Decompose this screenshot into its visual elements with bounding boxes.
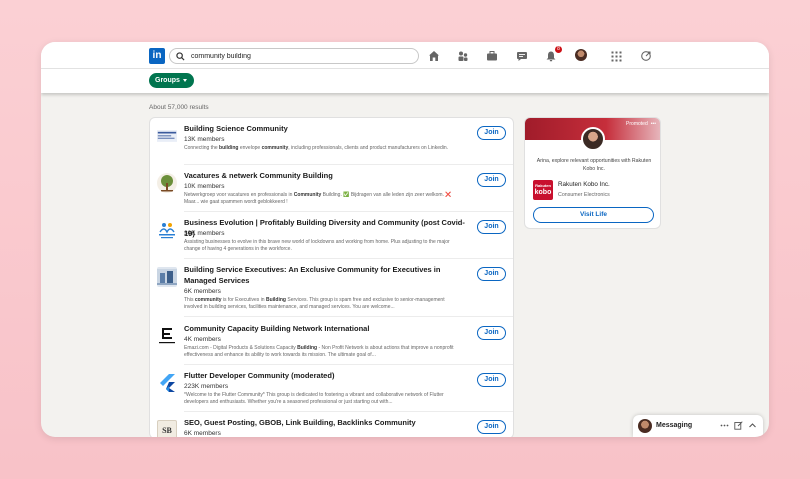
group-members: 6K members: [184, 430, 221, 437]
filter-bar: Groups: [41, 69, 769, 93]
join-button[interactable]: Join: [477, 220, 506, 234]
messaging-avatar: [638, 419, 652, 433]
groups-filter-button[interactable]: Groups: [149, 73, 194, 88]
messaging-icon[interactable]: [515, 49, 529, 63]
search-icon: [176, 51, 185, 61]
group-members: 10K members: [184, 183, 225, 190]
notification-badge: 8: [555, 46, 562, 53]
join-button[interactable]: Join: [477, 173, 506, 187]
advertise-icon[interactable]: [639, 49, 653, 63]
divider: [184, 316, 513, 317]
group-logo[interactable]: [157, 173, 177, 193]
promoted-ad-card: Promoted ••• Arina, explore relevant opp…: [524, 117, 661, 229]
results-list: Building Science Community 13K members C…: [149, 117, 514, 437]
group-members: 30K members: [184, 230, 225, 237]
rakuten-kobo-logo[interactable]: Rakuten kobo: [533, 180, 553, 200]
messaging-dock[interactable]: Messaging: [633, 415, 763, 437]
ad-company-industry: Consumer Electronics: [558, 192, 610, 198]
ad-user-avatar: [581, 127, 605, 151]
group-description: Connecting the building envelope communi…: [184, 145, 449, 151]
linkedin-logo[interactable]: in: [149, 48, 165, 64]
join-button[interactable]: Join: [477, 326, 506, 340]
group-description: Emazi.com - Digital Products & Solutions…: [184, 345, 454, 358]
more-options-icon[interactable]: [720, 421, 729, 430]
caret-down-icon: [182, 79, 187, 82]
join-button[interactable]: Join: [477, 126, 506, 140]
group-description: This community is for Executives in Buil…: [184, 297, 445, 310]
group-logo[interactable]: [157, 326, 177, 346]
group-logo[interactable]: [157, 267, 177, 287]
group-description: Netwerkgroep voor vacatures en professio…: [184, 192, 452, 205]
divider: [184, 164, 513, 165]
group-logo[interactable]: [157, 220, 177, 240]
profile-avatar[interactable]: [575, 49, 587, 61]
apps-grid-icon[interactable]: [609, 49, 623, 63]
messaging-label: Messaging: [656, 422, 693, 429]
group-title[interactable]: Business Evolution | Profitably Building…: [184, 218, 469, 239]
my-network-icon[interactable]: [456, 49, 470, 63]
group-title[interactable]: Vacatures & netwerk Community Building: [184, 171, 469, 182]
ad-company-name[interactable]: Rakuten Kobo Inc.: [558, 181, 610, 188]
group-members: 223K members: [184, 383, 229, 390]
ad-message: Arina, explore relevant opportunities wi…: [536, 158, 652, 172]
divider: [184, 258, 513, 259]
group-title[interactable]: Community Capacity Building Network Inte…: [184, 324, 469, 335]
app-window: in 8: [41, 42, 769, 437]
groups-filter-label: Groups: [155, 77, 180, 84]
join-button[interactable]: Join: [477, 373, 506, 387]
chevron-up-icon[interactable]: [748, 421, 757, 430]
divider: [184, 211, 513, 212]
search-box[interactable]: [169, 48, 419, 64]
group-title[interactable]: SEO, Guest Posting, GBOB, Link Building,…: [184, 418, 469, 429]
compose-icon[interactable]: [734, 421, 743, 430]
visit-life-button[interactable]: Visit Life: [533, 207, 654, 223]
group-members: 13K members: [184, 136, 225, 143]
divider: [184, 411, 513, 412]
group-title[interactable]: Flutter Developer Community (moderated): [184, 371, 469, 382]
group-members: 6K members: [184, 288, 221, 295]
group-title[interactable]: Building Science Community: [184, 124, 469, 135]
join-button[interactable]: Join: [477, 420, 506, 434]
jobs-icon[interactable]: [485, 49, 499, 63]
top-nav: in 8: [41, 42, 769, 69]
group-description: *Welcome to the Flutter Community* This …: [184, 392, 444, 405]
divider: [184, 364, 513, 365]
join-button[interactable]: Join: [477, 267, 506, 281]
home-icon[interactable]: [427, 49, 441, 63]
notifications-icon[interactable]: 8: [544, 46, 562, 63]
promoted-text: Promoted: [626, 121, 648, 127]
more-options-icon[interactable]: •••: [651, 121, 656, 127]
group-logo[interactable]: [157, 126, 177, 146]
group-logo[interactable]: SB: [157, 420, 177, 437]
group-logo[interactable]: [157, 373, 177, 393]
group-title[interactable]: Building Service Executives: An Exclusiv…: [184, 265, 469, 286]
promoted-label: Promoted •••: [626, 121, 656, 127]
group-description: Assisting businesses to evolve in this b…: [184, 239, 450, 252]
search-input[interactable]: [191, 52, 391, 60]
results-count: About 57,000 results: [149, 104, 209, 111]
group-members: 4K members: [184, 336, 221, 343]
logo-text-bottom: kobo: [534, 189, 552, 196]
